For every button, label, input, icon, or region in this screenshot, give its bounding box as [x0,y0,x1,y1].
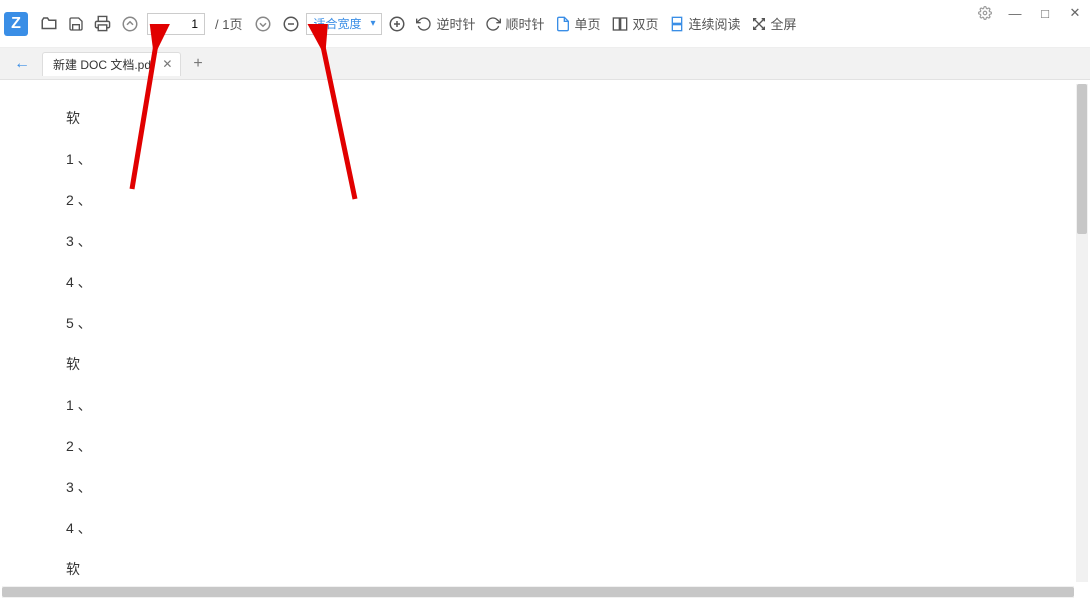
horizontal-scroll-thumb[interactable] [2,587,1074,597]
vertical-scrollbar[interactable] [1076,84,1088,582]
open-file-button[interactable] [36,9,62,39]
fullscreen-button[interactable]: 全屏 [747,9,801,39]
minimize-icon[interactable]: — [1006,4,1024,22]
vertical-scroll-thumb[interactable] [1077,84,1087,234]
settings-icon[interactable] [976,4,994,22]
page-up-button[interactable] [117,9,143,39]
back-button[interactable]: ← [6,55,38,73]
close-window-icon[interactable]: ✕ [1066,4,1084,22]
rotate-ccw-button[interactable]: 逆时针 [412,9,479,39]
continuous-read-label: 连续阅读 [689,14,741,33]
chevron-down-icon: ▾ [370,18,375,29]
doc-line: 4 、 [66,272,1050,293]
doc-line: 软 [66,354,1050,375]
doc-line: 3 、 [66,231,1050,252]
save-button[interactable] [64,9,88,39]
horizontal-scrollbar[interactable] [2,586,1074,598]
tab-close-icon[interactable]: ✕ [160,57,174,71]
tab-bar: ← 新建 DOC 文档.pdf ✕ + [0,48,1090,80]
zoom-mode-label: 适合宽度 [313,15,361,32]
doc-line: 软 [66,559,1050,580]
double-page-label: 双页 [633,14,659,33]
fullscreen-label: 全屏 [771,14,797,33]
app-logo: Z [4,12,28,36]
document-viewer: 软 1 、 2 、 3 、 4 、 5 、 软 1 、 2 、 3 、 4 、 … [0,80,1090,600]
tab-active[interactable]: 新建 DOC 文档.pdf ✕ [42,52,181,76]
continuous-read-button[interactable]: 连续阅读 [665,9,745,39]
doc-line: 2 、 [66,190,1050,211]
tab-title: 新建 DOC 文档.pdf [53,56,154,73]
single-page-button[interactable]: 单页 [551,9,605,39]
doc-line: 1 、 [66,395,1050,416]
tab-add-button[interactable]: + [185,55,210,73]
page-number-input[interactable] [147,13,205,35]
single-page-label: 单页 [575,14,601,33]
zoom-mode-select[interactable]: 适合宽度 ▾ [306,13,382,35]
rotate-ccw-label: 逆时针 [436,14,475,33]
page-total-label: / 1页 [209,14,248,33]
doc-line: 4 、 [66,518,1050,539]
double-page-button[interactable]: 双页 [607,9,663,39]
zoom-in-button[interactable] [384,9,410,39]
rotate-cw-label: 顺时针 [505,14,544,33]
doc-line: 5 、 [66,313,1050,334]
doc-line: 软 [66,108,1050,129]
document-content: 软 1 、 2 、 3 、 4 、 5 、 软 1 、 2 、 3 、 4 、 … [0,80,1090,600]
toolbar: Z / 1页 适合宽度 ▾ 逆时针 顺时针 单页 双页 [0,0,1090,48]
maximize-icon[interactable]: □ [1036,4,1054,22]
print-button[interactable] [90,9,115,39]
page-down-button[interactable] [250,9,276,39]
doc-line: 3 、 [66,477,1050,498]
doc-line: 2 、 [66,436,1050,457]
zoom-out-button[interactable] [278,9,304,39]
doc-line: 1 、 [66,149,1050,170]
rotate-cw-button[interactable]: 顺时针 [481,9,548,39]
